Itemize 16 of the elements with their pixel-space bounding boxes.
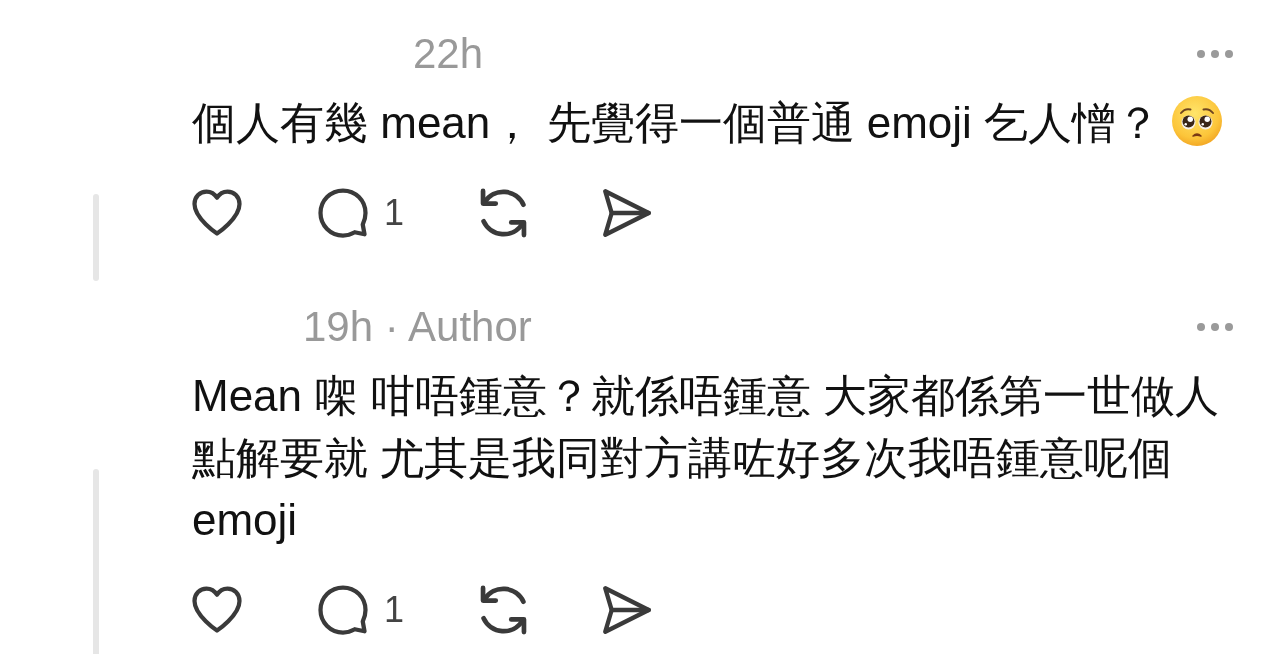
comment-text: 個人有幾 mean， 先覺得一個普通 emoji 乞人憎？ <box>192 98 1161 147</box>
more-icon[interactable] <box>1197 50 1233 58</box>
reply-button[interactable]: 1 <box>318 585 405 635</box>
send-icon[interactable] <box>603 586 652 634</box>
comment-meta: 19h · Author <box>303 302 532 352</box>
comment-text: Mean 㗎 咁唔鍾意？就係唔鍾意 大家都係第一世做人點解要就 尤其是我同對方講咗好多次我唔鍾意呢個 emoji <box>192 371 1219 544</box>
reply-button[interactable]: 1 <box>318 188 405 238</box>
speech-bubble-icon <box>318 585 368 635</box>
heart-icon[interactable] <box>192 586 242 634</box>
repost-icon[interactable] <box>480 188 528 238</box>
more-icon[interactable] <box>1197 323 1233 331</box>
send-icon[interactable] <box>603 189 652 237</box>
repost-icon[interactable] <box>480 585 528 635</box>
speech-bubble-icon <box>318 188 368 238</box>
heart-icon[interactable] <box>192 189 242 237</box>
comment-meta: 22h <box>413 29 484 79</box>
